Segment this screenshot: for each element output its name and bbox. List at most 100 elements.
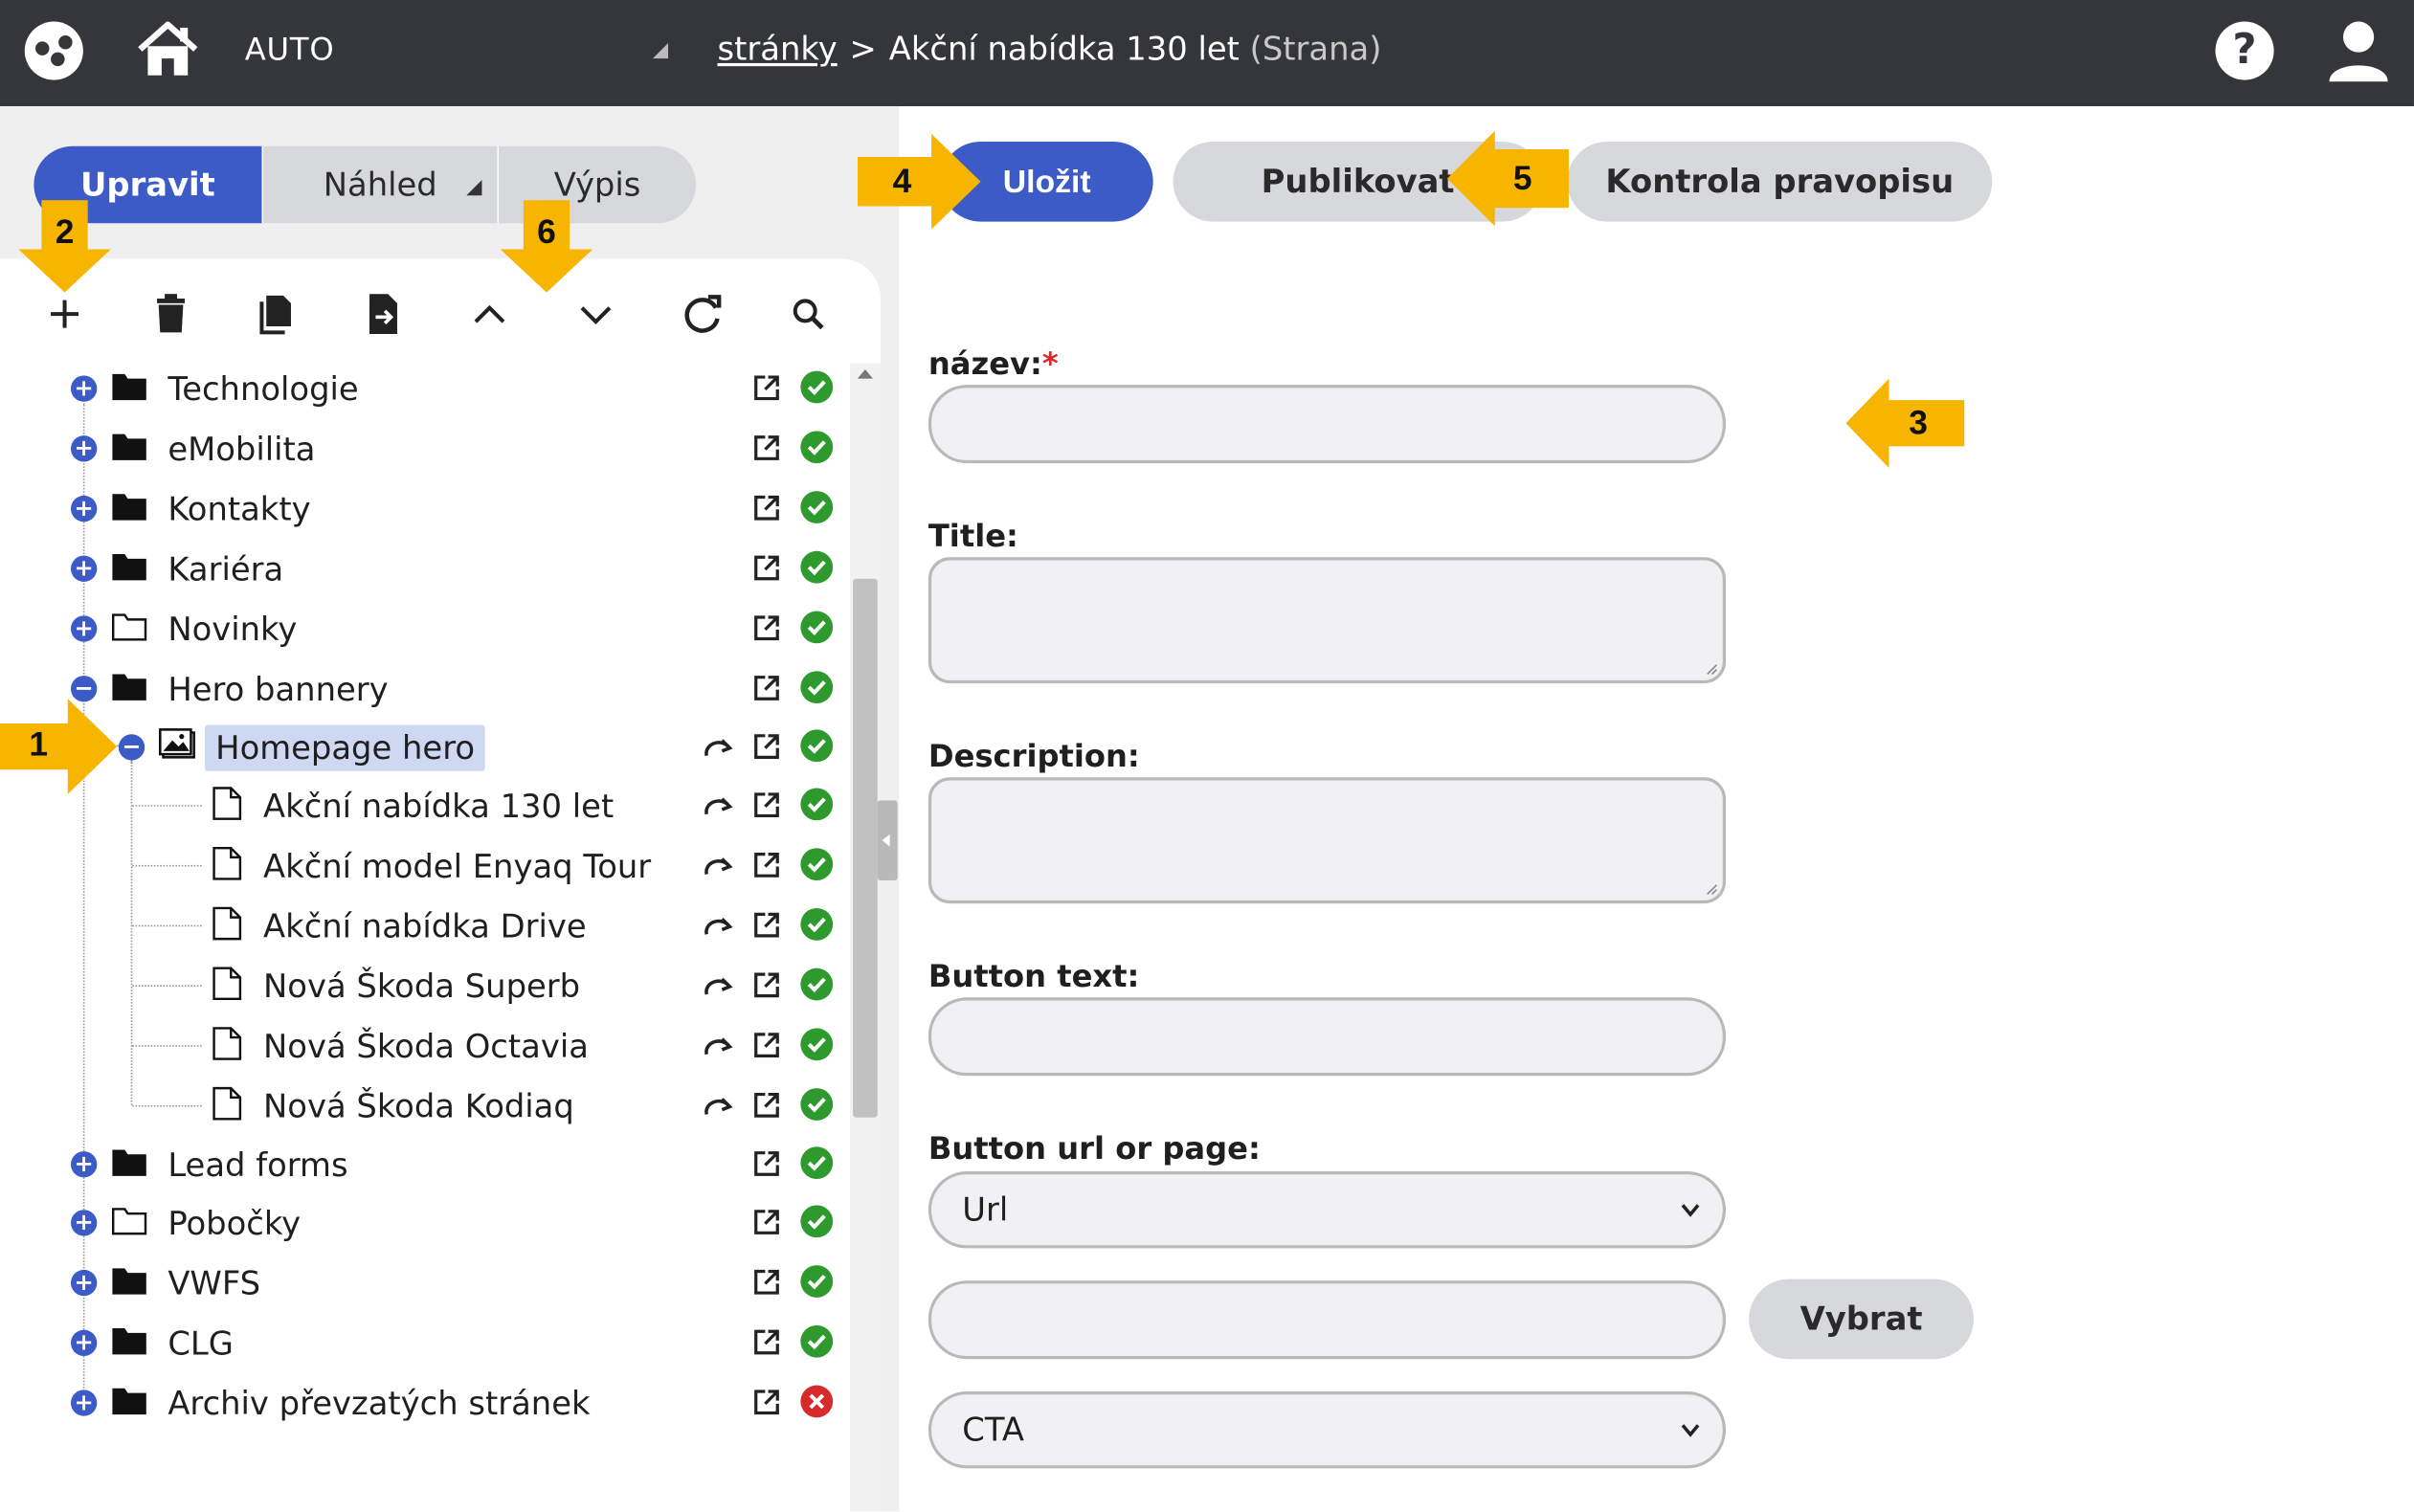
open-external-icon[interactable] [751, 493, 782, 523]
tree-item-label[interactable]: CLG [168, 1321, 234, 1367]
tab-preview[interactable]: Náhled [263, 145, 500, 224]
expand-icon[interactable]: + [70, 555, 98, 582]
help-icon[interactable]: ? [2215, 21, 2274, 80]
button-text-input[interactable] [928, 997, 1727, 1077]
delete-icon[interactable] [140, 283, 201, 345]
published-check-icon [800, 370, 834, 404]
expand-icon[interactable]: + [70, 375, 98, 402]
tree-item-technologie[interactable]: + Technologie [0, 367, 839, 412]
title-textarea[interactable] [928, 557, 1727, 684]
refresh-icon[interactable] [671, 283, 732, 345]
redirect-icon [704, 739, 733, 757]
tree-item-label[interactable]: Akční nabídka Drive [263, 903, 587, 949]
panel-splitter-handle[interactable] [877, 800, 898, 881]
expand-icon[interactable]: + [70, 1151, 98, 1178]
tree-item-nova-skoda-kodiaq[interactable]: Nová Škoda Kodiaq [0, 1083, 839, 1129]
tree-item-label[interactable]: Homepage hero [204, 724, 486, 771]
tree-item-emobilita[interactable]: + eMobilita [0, 427, 839, 473]
tree-item-lead-forms[interactable]: + Lead forms [0, 1142, 839, 1188]
cta-style-select[interactable]: CTA [928, 1390, 1727, 1469]
open-external-icon[interactable] [751, 1267, 782, 1298]
description-textarea[interactable] [928, 777, 1727, 904]
tree-item-label[interactable]: Hero bannery [168, 666, 388, 712]
preview-dropdown-caret-icon[interactable] [466, 180, 482, 196]
app-root: AUTO stránky > Akční nabídka 130 let (Stra… [0, 0, 2414, 1512]
name-input[interactable] [928, 385, 1727, 464]
expand-icon[interactable]: + [70, 495, 98, 523]
tree-item-kontakty[interactable]: + Kontakty [0, 486, 839, 532]
tree-item-nova-skoda-superb[interactable]: Nová Škoda Superb [0, 964, 839, 1010]
annotation-number: 2 [55, 211, 75, 252]
expand-icon[interactable]: + [70, 1210, 98, 1236]
tree-item-label[interactable]: eMobilita [168, 427, 315, 473]
home-icon[interactable] [136, 18, 201, 79]
open-external-icon[interactable] [751, 612, 782, 643]
open-external-icon[interactable] [751, 1387, 782, 1417]
open-external-icon[interactable] [751, 552, 782, 583]
open-external-icon[interactable] [751, 372, 782, 403]
search-icon[interactable] [777, 283, 838, 345]
tree-item-homepage-hero[interactable]: − Homepage hero [0, 724, 839, 771]
expand-icon[interactable]: + [70, 1269, 98, 1297]
tree-item-nova-skoda-octavia[interactable]: Nová Škoda Octavia [0, 1024, 839, 1070]
open-external-icon[interactable] [751, 1148, 782, 1179]
tree-item-akcni-nabidka-drive[interactable]: Akční nabídka Drive [0, 903, 839, 949]
tree-item-label[interactable]: Pobočky [168, 1201, 301, 1247]
breadcrumb-link-pages[interactable]: stránky [718, 31, 838, 68]
tree-item-vwfs[interactable]: + VWFS [0, 1260, 839, 1306]
open-external-icon[interactable] [751, 789, 782, 820]
tree-item-kariera[interactable]: + Kariéra [0, 546, 839, 592]
redirect-icon [704, 977, 733, 995]
copy-icon[interactable] [246, 283, 307, 345]
tree-item-label[interactable]: Akční model Enyaq Tour [263, 843, 651, 889]
open-external-icon[interactable] [751, 673, 782, 703]
tree-scrollbar-thumb[interactable] [853, 578, 878, 1118]
tree-item-label[interactable]: Nová Škoda Octavia [263, 1024, 589, 1070]
open-external-icon[interactable] [751, 1030, 782, 1060]
tree-item-label[interactable]: Akční nabídka 130 let [263, 784, 614, 830]
tree-item-hero-bannery[interactable]: − Hero bannery [0, 666, 839, 712]
resize-grip-icon[interactable] [1704, 662, 1717, 676]
open-external-icon[interactable] [751, 969, 782, 1000]
expand-icon[interactable]: + [70, 615, 98, 642]
domain-dropdown-caret-icon[interactable] [652, 43, 669, 59]
tree-item-akcni-model-enyaq[interactable]: Akční model Enyaq Tour [0, 843, 839, 889]
open-external-icon[interactable] [751, 433, 782, 463]
tree-item-label[interactable]: VWFS [168, 1260, 260, 1306]
tree-item-label[interactable]: Archiv převzatých stránek [168, 1381, 590, 1421]
resize-grip-icon[interactable] [1704, 882, 1717, 896]
open-external-icon[interactable] [751, 1090, 782, 1121]
expand-icon[interactable]: + [70, 1329, 98, 1357]
url-input[interactable] [928, 1280, 1727, 1360]
tree-item-akcni-nabidka-130[interactable]: Akční nabídka 130 let [0, 784, 839, 830]
tree-item-label[interactable]: Novinky [168, 607, 297, 653]
collapse-icon[interactable]: − [118, 734, 145, 761]
tree-item-label[interactable]: Lead forms [168, 1142, 347, 1188]
tree-item-label[interactable]: Technologie [168, 367, 358, 412]
tree-item-label[interactable]: Kontakty [168, 486, 310, 532]
open-external-icon[interactable] [751, 850, 782, 880]
domain-name[interactable]: AUTO [245, 31, 335, 68]
select-page-button[interactable]: Vybrat [1749, 1279, 1974, 1360]
tree-item-clg[interactable]: + CLG [0, 1321, 839, 1367]
expand-icon[interactable]: + [70, 1390, 98, 1416]
open-external-icon[interactable] [751, 910, 782, 941]
open-external-icon[interactable] [751, 731, 782, 762]
tree-item-pobocky[interactable]: + Pobočky [0, 1201, 839, 1247]
tree-item-label[interactable]: Kariéra [168, 546, 283, 592]
tree-item-novinky[interactable]: + Novinky [0, 607, 839, 653]
annotation-arrow-2: 2 [18, 200, 111, 293]
move-icon[interactable] [352, 283, 414, 345]
tree-item-label[interactable]: Nová Škoda Kodiaq [263, 1083, 574, 1129]
user-icon[interactable] [2328, 18, 2389, 83]
spellcheck-button[interactable]: Kontrola pravopisu [1567, 141, 1993, 222]
open-external-icon[interactable] [751, 1207, 782, 1237]
tree-item-archiv[interactable]: + Archiv převzatých stránek [0, 1381, 839, 1421]
open-external-icon[interactable] [751, 1326, 782, 1357]
url-type-selected: Url [962, 1190, 1009, 1229]
tree-item-label[interactable]: Nová Škoda Superb [263, 964, 580, 1010]
app-logo-icon[interactable] [24, 21, 83, 80]
url-type-select[interactable]: Url [928, 1170, 1727, 1249]
expand-icon[interactable]: + [70, 435, 98, 462]
scroll-up-arrow-icon[interactable] [857, 369, 873, 379]
